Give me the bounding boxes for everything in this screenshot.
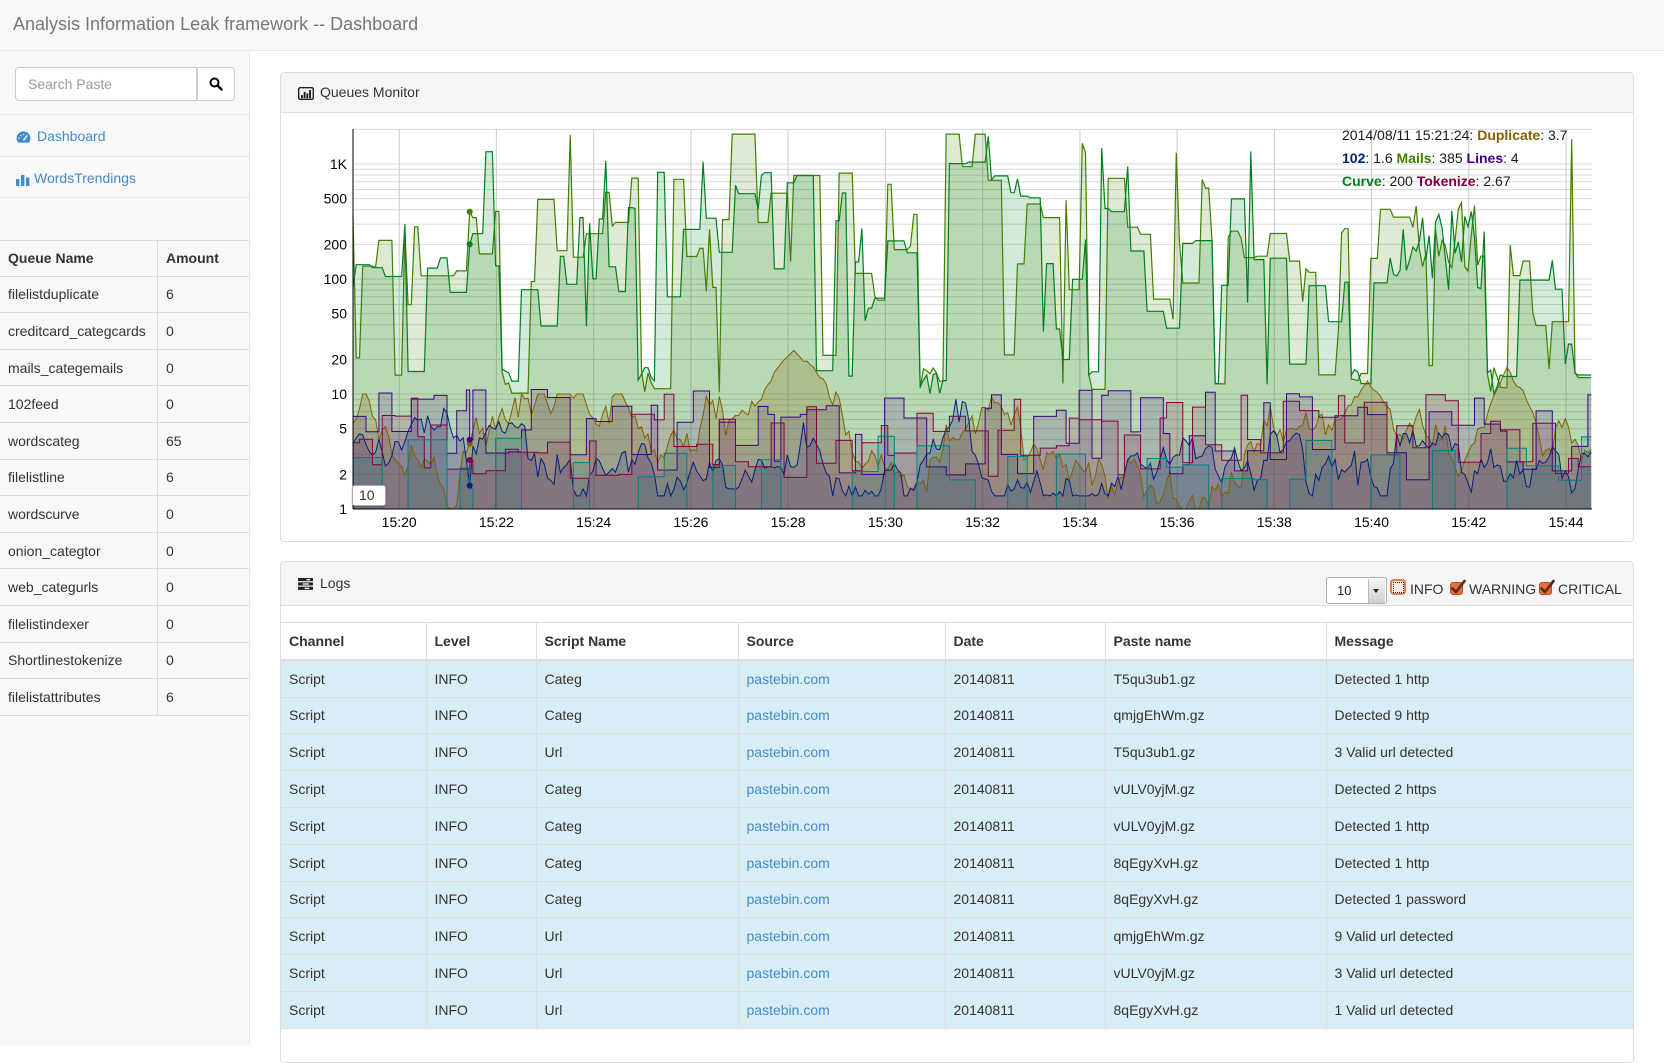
svg-text:1K: 1K (330, 156, 348, 172)
svg-text:2: 2 (339, 466, 347, 482)
svg-text:15:42: 15:42 (1451, 514, 1486, 530)
svg-text:15:32: 15:32 (965, 514, 1000, 530)
svg-text:15:40: 15:40 (1354, 514, 1389, 530)
svg-text:15:30: 15:30 (868, 514, 903, 530)
svg-text:20: 20 (331, 351, 347, 367)
svg-text:1: 1 (339, 501, 347, 517)
svg-text:15:34: 15:34 (1062, 514, 1097, 530)
svg-text:15:28: 15:28 (771, 514, 806, 530)
svg-text:15:44: 15:44 (1549, 514, 1584, 530)
svg-text:15:22: 15:22 (479, 514, 514, 530)
svg-text:200: 200 (324, 236, 348, 252)
svg-text:15:26: 15:26 (673, 514, 708, 530)
svg-text:10: 10 (331, 386, 347, 402)
svg-text:50: 50 (331, 306, 347, 322)
svg-text:500: 500 (324, 191, 348, 207)
svg-text:5: 5 (339, 421, 347, 437)
svg-text:15:24: 15:24 (576, 514, 611, 530)
svg-text:100: 100 (324, 271, 348, 287)
svg-text:15:38: 15:38 (1257, 514, 1292, 530)
svg-text:15:36: 15:36 (1160, 514, 1195, 530)
svg-text:15:20: 15:20 (382, 514, 417, 530)
